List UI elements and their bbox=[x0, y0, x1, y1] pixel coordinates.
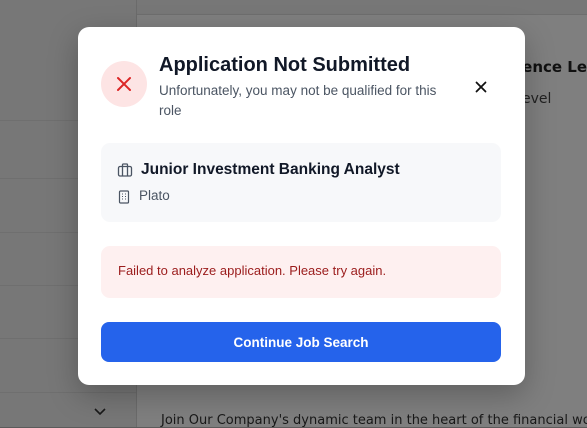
application-status-dialog: Application Not Submitted Unfortunately,… bbox=[78, 27, 525, 385]
error-alert: Failed to analyze application. Please tr… bbox=[101, 246, 501, 298]
building-icon bbox=[118, 189, 130, 204]
error-message: Failed to analyze application. Please tr… bbox=[118, 263, 387, 278]
continue-job-search-button[interactable]: Continue Job Search bbox=[101, 322, 501, 362]
job-title: Junior Investment Banking Analyst bbox=[141, 161, 400, 178]
company-name: Plato bbox=[139, 188, 170, 203]
dialog-subtitle: Unfortunately, you may not be qualified … bbox=[159, 83, 437, 118]
dialog-title: Application Not Submitted bbox=[159, 54, 411, 76]
x-icon bbox=[101, 61, 147, 107]
close-icon[interactable] bbox=[468, 74, 494, 100]
job-summary-card: Junior Investment Banking Analyst Plato bbox=[101, 143, 501, 222]
briefcase-icon bbox=[117, 162, 133, 178]
